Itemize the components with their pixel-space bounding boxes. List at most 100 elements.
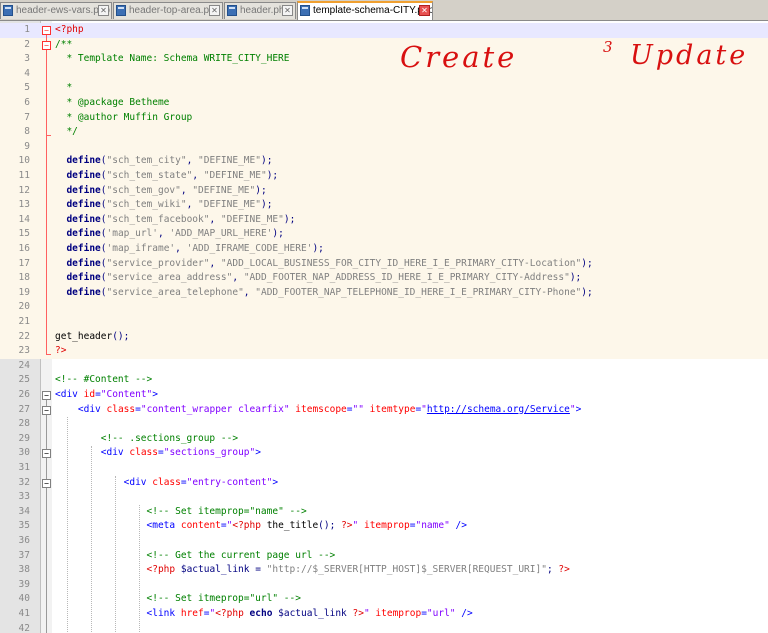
code-token: "sch_tem_wiki" bbox=[106, 199, 187, 211]
code-line[interactable]: 20 bbox=[0, 300, 768, 315]
close-tab-icon[interactable]: ✕ bbox=[419, 5, 430, 16]
code-token: > bbox=[152, 389, 159, 400]
file-tab-2[interactable]: header-top-area.php ✕ bbox=[113, 2, 223, 19]
close-tab-icon[interactable]: ✕ bbox=[209, 5, 220, 16]
code-text: <div class="entry-content"> bbox=[55, 476, 278, 491]
fold-toggle-icon[interactable]: − bbox=[42, 40, 51, 50]
code-token: "Content" bbox=[100, 389, 153, 400]
line-number: 8 bbox=[24, 126, 30, 138]
code-token: itemprop bbox=[369, 608, 422, 619]
code-token: ); bbox=[266, 170, 279, 181]
code-token: /> bbox=[449, 520, 467, 532]
code-line[interactable]: 17 define("service_provider", "ADD_LOCAL… bbox=[0, 256, 768, 272]
code-token: ); bbox=[272, 228, 284, 240]
php-file-icon bbox=[227, 5, 237, 16]
code-token: ); bbox=[260, 199, 273, 211]
code-text: <div class="content_wrapper clearfix" it… bbox=[55, 403, 581, 418]
code-text: <?php $actual_link = "http://$_SERVER[HT… bbox=[55, 563, 570, 578]
code-line[interactable]: 19 define("service_area_telephone", "ADD… bbox=[0, 285, 768, 301]
file-tab-3[interactable]: header.php ✕ bbox=[224, 2, 296, 19]
code-line[interactable]: 9 bbox=[0, 139, 768, 155]
code-line[interactable]: 22 get_header(); bbox=[0, 329, 768, 345]
code-editor[interactable]: 1 <?php 2 /** 3 * Template Name: Schema WRIT… bbox=[0, 21, 768, 633]
code-line[interactable]: 24 bbox=[0, 359, 768, 374]
line-number: 23 bbox=[18, 345, 30, 357]
fold-toggle-icon[interactable]: − bbox=[42, 391, 51, 400]
code-token: 'ADD_IFRAME_CODE_HERE' bbox=[186, 243, 313, 254]
code-line[interactable]: 25 <!-- #Content --> bbox=[0, 373, 768, 388]
code-line[interactable]: 30 <div class="sections_group"> bbox=[0, 446, 768, 461]
code-text: define('map_url', 'ADD_MAP_URL_HERE'); bbox=[55, 227, 284, 242]
code-line[interactable]: 27 <div class="content_wrapper clearfix"… bbox=[0, 403, 768, 418]
fold-end-mark bbox=[46, 135, 51, 137]
file-tab-1[interactable]: header-ews-vars.php ✕ bbox=[0, 2, 112, 19]
code-text: <!-- .sections_group --> bbox=[55, 432, 238, 447]
fold-toggle-icon[interactable]: − bbox=[42, 478, 51, 488]
code-line[interactable]: 6 * @package Betheme bbox=[0, 96, 768, 111]
code-token: "DEFINE_ME" bbox=[220, 213, 284, 225]
code-line[interactable]: 1 <?php bbox=[0, 23, 768, 38]
code-line[interactable]: 26 <div id="Content"> bbox=[0, 388, 768, 403]
code-token: , bbox=[175, 243, 187, 254]
fold-toggle-icon[interactable]: − bbox=[42, 405, 51, 415]
code-token: define bbox=[66, 257, 101, 269]
code-line[interactable]: 28 bbox=[0, 417, 768, 432]
line-number: 12 bbox=[18, 184, 30, 196]
code-token: ?> bbox=[558, 564, 570, 576]
code-line[interactable]: 12 define("sch_tem_gov", "DEFINE_ME"); bbox=[0, 183, 768, 199]
code-text: ?> bbox=[55, 344, 66, 359]
code-line[interactable]: 31 bbox=[0, 461, 768, 476]
line-number: 41 bbox=[18, 608, 30, 619]
code-token: "service_area_telephone" bbox=[106, 286, 244, 298]
line-number: 40 bbox=[18, 593, 30, 605]
fold-toggle-icon[interactable]: − bbox=[42, 26, 51, 35]
close-tab-icon[interactable]: ✕ bbox=[98, 5, 109, 16]
line-number: 22 bbox=[18, 330, 30, 342]
code-token: "DEFINE_ME" bbox=[203, 170, 267, 181]
code-token: "sch_tem_gov" bbox=[106, 184, 181, 196]
code-text: * bbox=[55, 81, 72, 96]
fold-toggle-icon[interactable]: − bbox=[42, 449, 51, 459]
code-token: <div bbox=[55, 389, 84, 400]
code-token: <!-- #Content --> bbox=[55, 374, 153, 386]
line-number: 17 bbox=[18, 257, 30, 269]
code-token: > bbox=[272, 476, 279, 488]
code-token: <!-- Set itmeprop="url" --> bbox=[146, 593, 301, 605]
code-token: itemprop bbox=[358, 520, 410, 532]
line-number: 9 bbox=[24, 140, 30, 152]
code-line[interactable]: 15 define('map_url', 'ADD_MAP_URL_HERE')… bbox=[0, 227, 768, 242]
code-token: <div bbox=[77, 403, 107, 415]
code-token: "ADD_LOCAL_BUSINESS_FOR_CITY_ID_HERE_I_E… bbox=[220, 257, 582, 269]
code-line[interactable]: 7 * @author Muffin Group bbox=[0, 110, 768, 126]
code-line[interactable]: 10 define("sch_tem_city", "DEFINE_ME"); bbox=[0, 154, 768, 169]
code-token: "ADD_FOOTER_NAP_ADDRESS_ID_HERE_I_E_PRIM… bbox=[243, 272, 570, 284]
indent-guide bbox=[139, 504, 140, 633]
code-line[interactable]: 11 define("sch_tem_state", "DEFINE_ME"); bbox=[0, 169, 768, 184]
line-number: 36 bbox=[18, 535, 30, 546]
code-text: <div id="Content"> bbox=[55, 388, 158, 403]
handwritten-annotation-create: Create bbox=[400, 40, 518, 74]
code-line[interactable]: 23 ?> bbox=[0, 344, 768, 359]
line-number: 42 bbox=[18, 622, 30, 633]
file-tab-4[interactable]: template-schema-CITY.php ✕ bbox=[297, 1, 433, 20]
code-text: <?php bbox=[55, 23, 84, 38]
code-line[interactable]: 18 define("service_area_address", "ADD_F… bbox=[0, 271, 768, 286]
code-token: define bbox=[66, 170, 101, 181]
code-line[interactable]: 21 bbox=[0, 315, 768, 330]
code-line[interactable]: 8 */ bbox=[0, 125, 768, 140]
code-line[interactable]: 13 define("sch_tem_wiki", "DEFINE_ME"); bbox=[0, 198, 768, 213]
code-line[interactable]: 5 * bbox=[0, 81, 768, 96]
code-token: <meta bbox=[146, 520, 181, 532]
code-line[interactable]: 29 <!-- .sections_group --> bbox=[0, 432, 768, 447]
code-line[interactable]: 16 define('map_iframe', 'ADD_IFRAME_CODE… bbox=[0, 242, 768, 257]
code-token: "DEFINE_ME" bbox=[198, 155, 261, 167]
code-line[interactable]: 14 define("sch_tem_facebook", "DEFINE_ME… bbox=[0, 212, 768, 228]
close-tab-icon[interactable]: ✕ bbox=[282, 5, 293, 16]
code-token: "sch_tem_facebook" bbox=[106, 213, 210, 225]
handwritten-annotation-number: 3 bbox=[603, 38, 613, 56]
line-number: 6 bbox=[24, 97, 30, 108]
